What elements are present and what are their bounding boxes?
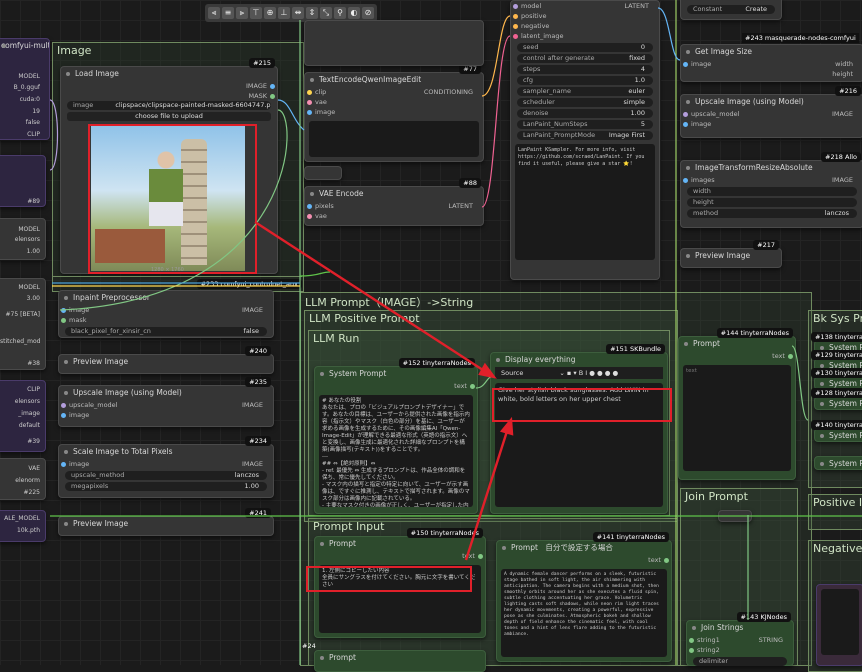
- arrow-image-to-display: [254, 220, 487, 374]
- arrowhead: [499, 416, 514, 436]
- arrowhead: [478, 362, 497, 379]
- arrow-input-to-display: [464, 427, 510, 561]
- wire: [49, 99, 59, 171]
- wire: [299, 271, 331, 277]
- wire: [59, 109, 288, 311]
- wire: [481, 15, 511, 97]
- wire: [791, 345, 809, 421]
- wire: [657, 7, 681, 61]
- wires-layer: [49, 0, 862, 665]
- wire: [475, 375, 495, 389]
